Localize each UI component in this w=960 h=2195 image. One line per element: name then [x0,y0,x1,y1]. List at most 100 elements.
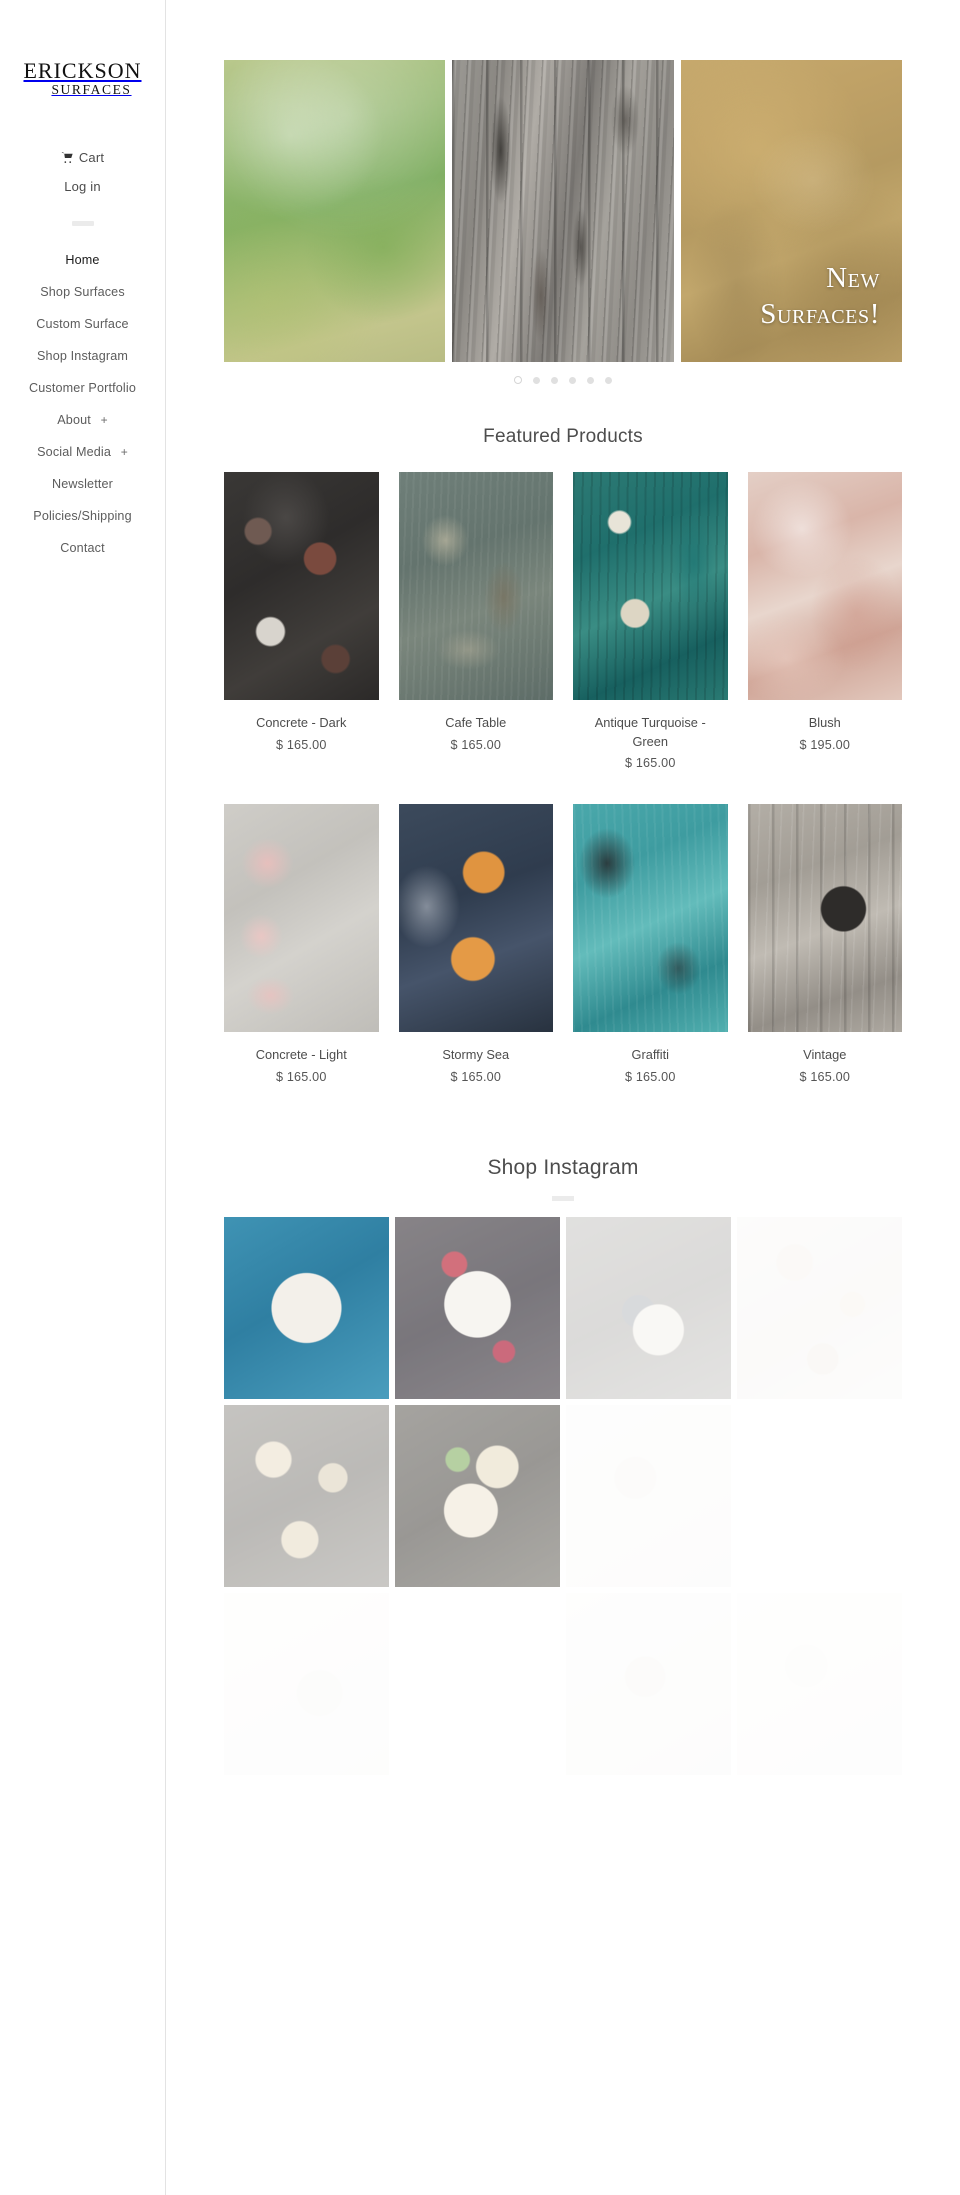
product-title: Stormy Sea [442,1047,510,1063]
nav-label-social-media: Social Media [37,444,112,459]
nav-label-customer-portfolio: Customer Portfolio [29,380,136,395]
instagram-tile-gray-noodles[interactable] [566,1216,731,1399]
sidebar: ERICKSON SURFACES Cart Log in Home Shop … [0,0,166,2195]
featured-products-heading: Featured Products [483,426,643,447]
carousel-dots [224,362,902,384]
main-content: New Surfaces! Featured Products Concrete… [166,0,960,2195]
hero-slide-green-watercolor[interactable] [224,60,446,362]
instagram-grid-row-1 [166,1216,960,1399]
nav-item-contact[interactable]: Contact [0,532,165,564]
product-thumbnail-antique-turquoise-green[interactable] [573,472,728,700]
product-price: $ 165.00 [624,1069,676,1084]
nav-item-home[interactable]: Home [0,244,165,276]
product-card[interactable]: Concrete - Light $ 165.00 [224,804,379,1084]
shopping-cart-icon [61,151,74,164]
product-title: Graffiti [631,1047,669,1063]
instagram-grid-row-3 [166,1592,960,1775]
instagram-tile-berry-bowl[interactable] [395,1216,560,1399]
nav-item-newsletter[interactable]: Newsletter [0,468,165,500]
product-card[interactable]: Vintage $ 165.00 [747,804,902,1084]
hero-carousel-section: New Surfaces! [166,0,960,384]
product-price: $ 165.00 [275,1069,327,1084]
nav-label-home: Home [65,252,100,267]
product-price: $ 165.00 [450,737,502,752]
product-card[interactable]: Cafe Table $ 165.00 [398,472,553,770]
carousel-dot-3[interactable] [551,376,558,384]
nav-item-customer-portfolio[interactable]: Customer Portfolio [0,372,165,404]
carousel-dot-6[interactable] [605,376,612,384]
product-thumbnail-graffiti[interactable] [573,804,728,1033]
instagram-tile-ramen-bowls[interactable] [395,1404,560,1587]
product-title: Antique Turquoise - Green [594,715,706,749]
hero-caption-line1: New [826,262,880,295]
featured-products-grid-row-1: Concrete - Dark $ 165.00 Cafe Table $ 16… [166,472,960,770]
instagram-grid-row-2 [166,1404,960,1587]
hero-slide-golden-tan[interactable]: New Surfaces! [680,60,902,362]
nav-label-custom-surface: Custom Surface [36,316,129,331]
nav-label-contact: Contact [60,540,105,555]
hero-slide-weathered-wood[interactable] [452,60,674,362]
nav-item-custom-surface[interactable]: Custom Surface [0,308,165,340]
nav-label-shop-instagram: Shop Instagram [36,348,128,363]
logo-primary-text: ERICKSON [23,58,142,83]
sidebar-utility-links: Cart Log in [0,143,165,201]
product-price: $ 195.00 [799,737,851,752]
page-root: ERICKSON SURFACES Cart Log in Home Shop … [0,0,960,2195]
nav-item-policies-shipping[interactable]: Policies/Shipping [0,500,165,532]
carousel-dot-5[interactable] [587,376,594,384]
instagram-tile-faint-a[interactable] [566,1404,731,1587]
carousel-dot-1[interactable] [514,376,522,384]
instagram-heading-rule [552,1195,574,1201]
expand-plus-icon-social-media[interactable]: + [121,445,128,459]
instagram-tile-cheese-board[interactable] [224,1404,389,1587]
hero-carousel[interactable]: New Surfaces! [224,60,902,362]
instagram-tile-faint-d[interactable] [737,1592,902,1775]
product-thumbnail-stormy-sea[interactable] [398,804,553,1033]
cart-label: Cart [78,149,105,165]
nav-label-newsletter: Newsletter [52,476,113,491]
logo-secondary-text: SURFACES [51,82,132,97]
instagram-tile-faint-b[interactable] [224,1592,389,1775]
product-card[interactable]: Stormy Sea $ 165.00 [398,804,553,1084]
sidebar-divider [71,220,94,226]
nav-item-about[interactable]: About + [0,404,165,436]
primary-navigation: Home Shop Surfaces Custom Surface Shop I… [0,244,165,564]
cart-link[interactable]: Cart [0,143,165,172]
nav-label-shop-surfaces: Shop Surfaces [40,284,125,299]
product-price: $ 165.00 [799,1069,851,1084]
product-title: Vintage [803,1047,847,1063]
nav-item-shop-instagram[interactable]: Shop Instagram [0,340,165,372]
product-thumbnail-concrete-light[interactable] [224,804,379,1033]
product-price: $ 165.00 [450,1069,502,1084]
carousel-dot-2[interactable] [533,376,540,384]
instagram-tile-faint-c[interactable] [566,1592,731,1775]
instagram-tile-pale-spread[interactable] [737,1216,902,1399]
product-card[interactable]: Graffiti $ 165.00 [573,804,728,1084]
featured-products-grid-row-2: Concrete - Light $ 165.00 Stormy Sea $ 1… [166,804,960,1084]
login-link[interactable]: Log in [0,172,165,201]
instagram-tile-blue-bowl[interactable] [224,1216,389,1399]
nav-item-shop-surfaces[interactable]: Shop Surfaces [0,276,165,308]
product-card[interactable]: Blush $ 195.00 [747,472,902,770]
product-thumbnail-blush[interactable] [747,472,902,700]
hero-caption-line2: Surfaces! [760,297,880,330]
product-card[interactable]: Concrete - Dark $ 165.00 [224,472,379,770]
product-price: $ 165.00 [624,756,676,771]
product-thumbnail-concrete-dark[interactable] [224,472,379,700]
page-bottom-spacer [166,1775,960,2195]
product-card[interactable]: Antique Turquoise - Green $ 165.00 [573,472,728,770]
nav-item-social-media[interactable]: Social Media + [0,436,165,468]
nav-label-about: About [57,412,91,427]
shop-instagram-heading: Shop Instagram [487,1155,639,1179]
product-thumbnail-cafe-table[interactable] [398,472,553,700]
product-title: Cafe Table [445,715,507,730]
product-thumbnail-vintage[interactable] [747,804,902,1033]
nav-label-policies-shipping: Policies/Shipping [33,508,132,523]
expand-plus-icon-about[interactable]: + [101,413,108,427]
carousel-dot-4[interactable] [569,376,576,384]
hero-caption: New Surfaces! [760,261,880,332]
product-title: Concrete - Light [255,1047,347,1063]
product-title: Concrete - Dark [256,715,347,730]
product-title: Blush [808,715,841,730]
site-logo[interactable]: ERICKSON SURFACES [23,60,141,97]
